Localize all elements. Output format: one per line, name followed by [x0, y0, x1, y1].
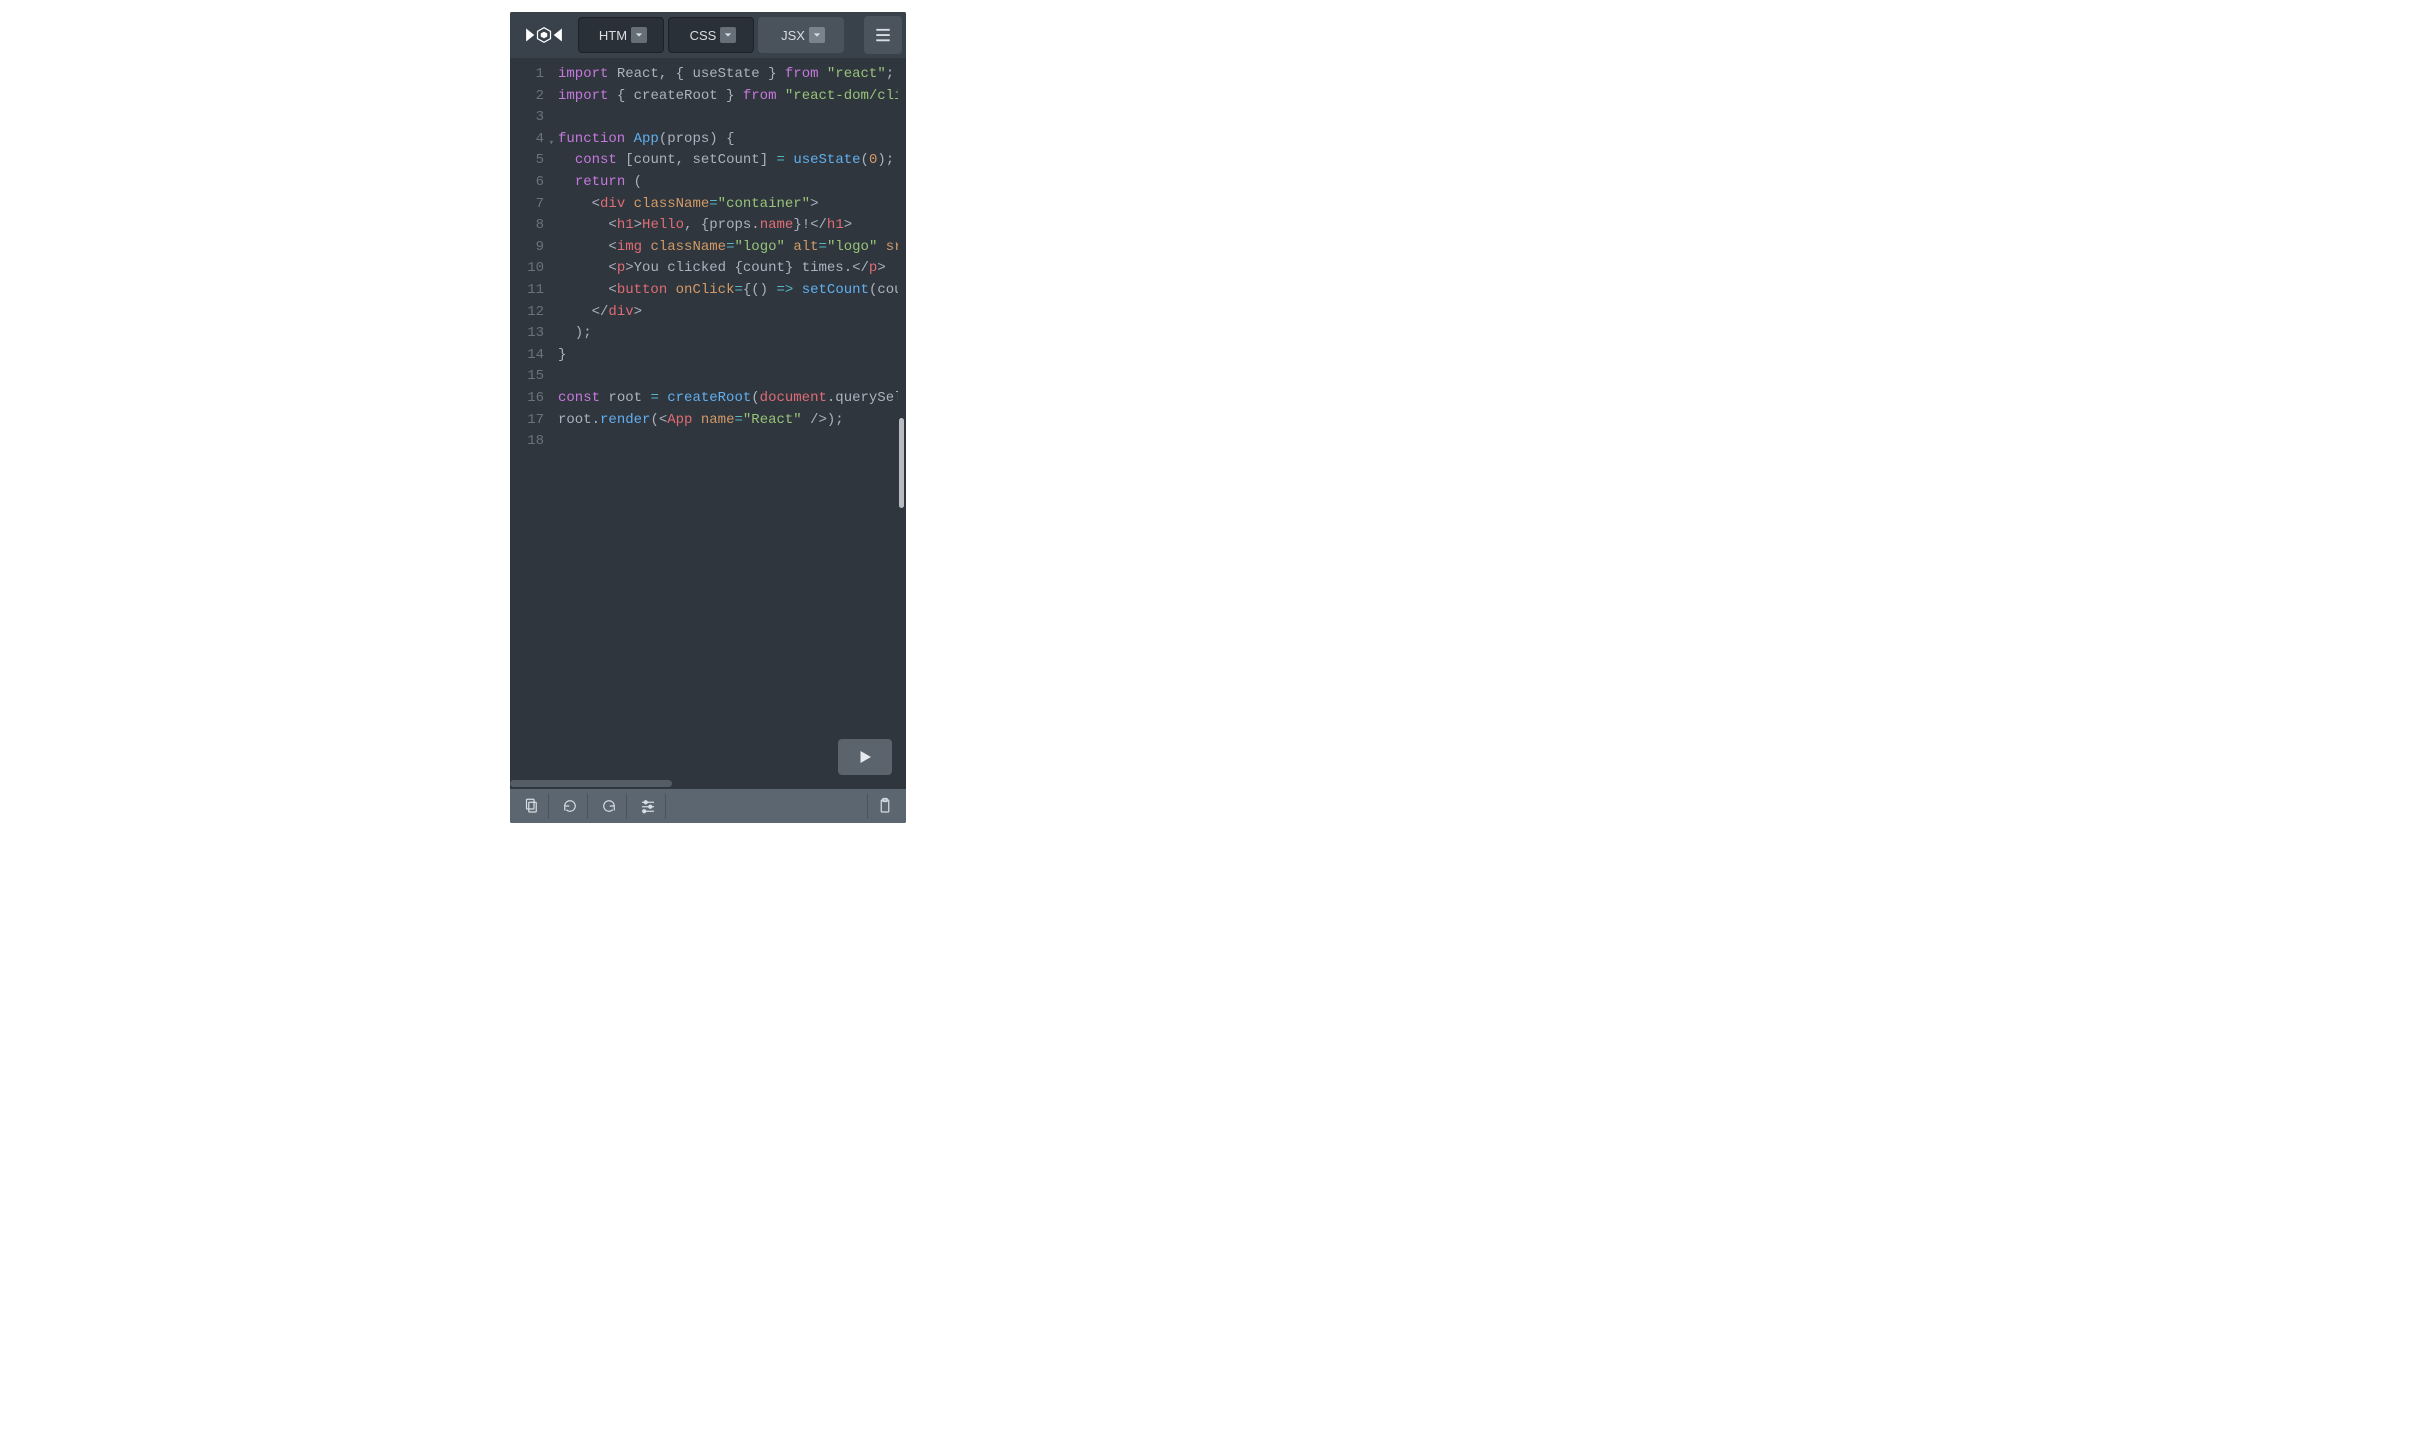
line-number: 10 — [510, 258, 544, 280]
reload-ccw-icon[interactable] — [553, 793, 588, 819]
horizontal-scrollbar[interactable] — [510, 780, 672, 787]
code-line[interactable]: const root = createRoot(document.querySe… — [558, 388, 898, 410]
line-number: 18 — [510, 431, 544, 453]
line-number: 1 — [510, 64, 544, 86]
code-line[interactable] — [558, 107, 898, 129]
chevron-down-icon — [631, 27, 647, 43]
jsfiddle-logo[interactable] — [514, 12, 574, 58]
sliders-icon[interactable] — [631, 793, 666, 819]
code-editor[interactable]: 1234▾56789101112131415161718 import Reac… — [510, 58, 898, 789]
line-number: 17 — [510, 410, 544, 432]
vertical-scrollbar[interactable] — [899, 418, 904, 508]
tab-label: HTM — [599, 28, 627, 43]
line-number: 3 — [510, 107, 544, 129]
chevron-down-icon — [809, 27, 825, 43]
code-line[interactable]: <h1>Hello, {props.name}!</h1> — [558, 215, 898, 237]
app-window: HTM CSS JSX 1234▾56789101112131415161718… — [510, 12, 906, 823]
tab-label: CSS — [690, 28, 717, 43]
line-number: 12 — [510, 302, 544, 324]
code-line[interactable]: <button onClick={() => setCount(cou — [558, 280, 898, 302]
code-line[interactable]: const [count, setCount] = useState(0); — [558, 150, 898, 172]
code-line[interactable]: </div> — [558, 302, 898, 324]
code-line[interactable] — [558, 366, 898, 388]
footer-toolbar — [510, 789, 906, 823]
tab-jsx[interactable]: JSX — [758, 17, 844, 53]
code-line[interactable]: import { createRoot } from "react-dom/cl… — [558, 86, 898, 108]
reload-cw-icon[interactable] — [592, 793, 627, 819]
tab-label: JSX — [781, 28, 805, 43]
code-line[interactable]: } — [558, 345, 898, 367]
code-line[interactable] — [558, 431, 898, 453]
code-content[interactable]: import React, { useState } from "react";… — [550, 58, 898, 789]
code-line[interactable]: function App(props) { — [558, 129, 898, 151]
code-line[interactable]: <img className="logo" alt="logo" sr — [558, 237, 898, 259]
line-number: 6 — [510, 172, 544, 194]
fold-caret-icon[interactable]: ▾ — [549, 133, 554, 155]
editor-pane: 1234▾56789101112131415161718 import Reac… — [510, 58, 906, 789]
code-line[interactable]: <p>You clicked {count} times.</p> — [558, 258, 898, 280]
line-number: 9 — [510, 237, 544, 259]
clipboard-icon[interactable] — [867, 793, 902, 819]
code-line[interactable]: ); — [558, 323, 898, 345]
copy-icon[interactable] — [514, 793, 549, 819]
line-number: 8 — [510, 215, 544, 237]
menu-button[interactable] — [864, 16, 902, 54]
line-number: 14 — [510, 345, 544, 367]
line-number: 13 — [510, 323, 544, 345]
line-number: 2 — [510, 86, 544, 108]
code-line[interactable]: return ( — [558, 172, 898, 194]
line-number: 4▾ — [510, 129, 544, 151]
line-number: 16 — [510, 388, 544, 410]
tab-html[interactable]: HTM — [578, 17, 664, 53]
line-number-gutter: 1234▾56789101112131415161718 — [510, 58, 550, 789]
code-line[interactable]: root.render(<App name="React" />); — [558, 410, 898, 432]
line-number: 7 — [510, 194, 544, 216]
chevron-down-icon — [720, 27, 736, 43]
line-number: 5 — [510, 150, 544, 172]
line-number: 11 — [510, 280, 544, 302]
header-bar: HTM CSS JSX — [510, 12, 906, 58]
code-line[interactable]: import React, { useState } from "react"; — [558, 64, 898, 86]
line-number: 15 — [510, 366, 544, 388]
run-button[interactable] — [838, 739, 892, 775]
code-line[interactable]: <div className="container"> — [558, 194, 898, 216]
tab-css[interactable]: CSS — [668, 17, 754, 53]
